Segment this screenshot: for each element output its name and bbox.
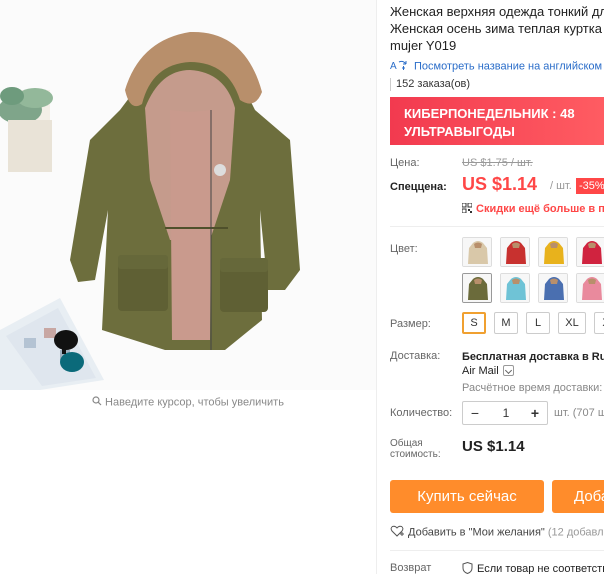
color-swatch-light-blue[interactable] [500, 273, 530, 303]
color-label-row: Цвет: [390, 243, 418, 255]
separator [390, 550, 604, 551]
delivery-free-text: Бесплатная доставка в Rus [462, 351, 604, 363]
product-photo [0, 0, 376, 390]
title-line-1: Женская верхняя одежда тонкий дл [390, 4, 604, 19]
title-line-3: mujer Y019 [390, 38, 457, 53]
separator [390, 226, 604, 227]
translate-link-text: Посмотреть название на английском [414, 60, 603, 73]
promo-line-2: УЛЬТРАВЫГОДЫ [404, 124, 515, 139]
chevron-down-icon[interactable] [502, 365, 514, 376]
color-swatch-beige[interactable] [462, 237, 492, 267]
product-info: Женская верхняя одежда тонкий дл Женская… [390, 0, 604, 574]
per-unit-label: / шт. [550, 180, 572, 192]
total-label-line-1: Общая [390, 438, 423, 449]
column-divider [376, 0, 377, 574]
size-label-row: Размер: [390, 318, 431, 330]
color-swatch-red[interactable] [500, 237, 530, 267]
delivery-label-row: Доставка: [390, 350, 440, 362]
returns-label: Возврат [390, 562, 432, 574]
price-old-value: US $1.75 / шт. [462, 157, 533, 169]
wishlist-count: (12 добавле [547, 526, 604, 539]
svg-text:A: A [390, 61, 397, 71]
quantity-available: шт. (707 ш [554, 407, 604, 419]
promo-banner[interactable]: КИБЕРПОНЕДЕЛЬНИК : 48 УЛЬТРАВЫГОДЫ [390, 97, 604, 145]
delivery-method-text: Air Mail [462, 365, 499, 377]
product-image[interactable] [0, 0, 376, 390]
discount-badge: -35% [576, 178, 604, 194]
add-to-cart-button[interactable]: Доба [552, 480, 604, 513]
quantity-minus-button[interactable]: − [463, 402, 487, 424]
delivery-method[interactable]: Air Mail [462, 364, 604, 378]
add-to-wishlist[interactable]: Добавить в "Мои желания" (12 добавле [390, 525, 604, 540]
color-swatch-yellow[interactable] [538, 237, 568, 267]
color-swatch-rose-red[interactable] [576, 237, 604, 267]
quantity-stepper: − 1 + [462, 401, 548, 425]
promo-line-1: КИБЕРПОНЕДЕЛЬНИК : 48 [404, 106, 575, 121]
buy-now-button[interactable]: Купить сейчас [390, 480, 544, 513]
orders-count: 152 заказа(ов) [390, 78, 470, 91]
delivery-time: Расчётное время доставки: 2 [462, 382, 604, 394]
quantity-label: Количество: [390, 407, 453, 419]
qr-code-icon [461, 202, 473, 214]
more-discounts-text: Скидки ещё больше в при [476, 203, 604, 215]
title-line-2: Женская осень зима теплая куртка [390, 21, 602, 36]
returns-info[interactable]: Если товар не соответств [462, 561, 604, 574]
heart-plus-icon [390, 525, 404, 540]
price-new-row: Спеццена: US $1.14 / шт. -35% [390, 174, 604, 194]
size-option-m[interactable]: M [494, 312, 518, 334]
translate-title-link[interactable]: A Посмотреть название на английском [390, 59, 602, 74]
color-swatch-navy[interactable] [538, 273, 568, 303]
delivery-label: Доставка: [390, 350, 441, 362]
total-label: Общая стоимость: [390, 438, 454, 460]
quantity-input[interactable]: 1 [487, 402, 525, 424]
special-price-value: US $1.14 [462, 174, 538, 194]
size-option-xl[interactable]: XL [558, 312, 586, 334]
zoom-hint-text: Наведите курсор, чтобы увеличить [105, 396, 284, 409]
product-title: Женская верхняя одежда тонкий дл Женская… [390, 3, 604, 54]
quantity-label-row: Количество: [390, 407, 452, 419]
magnifier-icon [92, 396, 102, 409]
quantity-plus-button[interactable]: + [523, 402, 547, 424]
returns-text: Если товар не соответств [477, 563, 604, 574]
price-old-row: Цена: US $1.75 / шт. [390, 157, 533, 169]
more-discounts-link: Скидки ещё больше в при [461, 202, 604, 215]
size-option-x[interactable]: X [594, 312, 604, 334]
zoom-hint: Наведите курсор, чтобы увеличить [0, 396, 376, 409]
color-label: Цвет: [390, 243, 418, 255]
shield-icon [462, 561, 473, 574]
total-value: US $1.14 [462, 438, 525, 455]
delivery-info: Бесплатная доставка в Rus Air Mail [462, 350, 604, 378]
size-option-l[interactable]: L [526, 312, 550, 334]
special-price-label: Спеццена: [390, 181, 447, 193]
color-swatch-pink[interactable] [576, 273, 604, 303]
translate-icon: A [390, 59, 408, 74]
wishlist-text: Добавить в "Мои желания" [408, 526, 545, 539]
total-label-line-2: стоимость: [390, 449, 441, 460]
size-label: Размер: [390, 318, 431, 330]
color-swatch-army-green[interactable] [462, 273, 492, 303]
price-label: Цена: [390, 157, 420, 169]
size-option-s[interactable]: S [462, 312, 486, 334]
